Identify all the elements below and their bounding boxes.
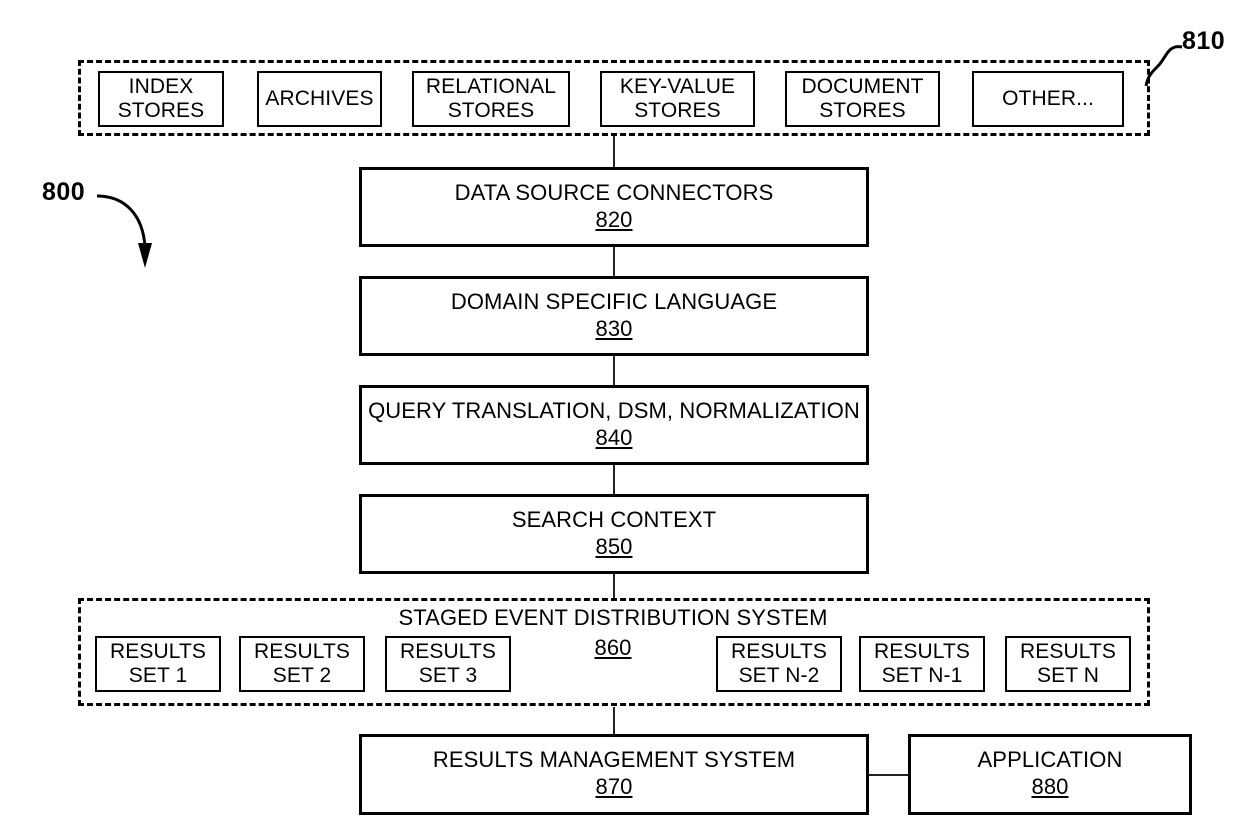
bottom-box-title: APPLICATION (977, 747, 1123, 773)
pipeline-box-query-translation[interactable]: QUERY TRANSLATION, DSM, NORMALIZATION 84… (359, 385, 869, 465)
results-set-n-1[interactable]: RESULTS SET N-1 (859, 636, 985, 692)
box-label-line1: DOCUMENT (801, 75, 924, 99)
data-source-index-stores[interactable]: INDEX STORES (98, 71, 224, 127)
results-set-label-line1: RESULTS (110, 640, 206, 664)
connector-850-to-860 (613, 572, 615, 600)
bottom-box-ref: 870 (595, 774, 633, 800)
box-label-line2: STORES (819, 99, 906, 122)
results-management-system-box[interactable]: RESULTS MANAGEMENT SYSTEM 870 (359, 734, 869, 815)
results-set-label-line2: SET N-1 (881, 664, 963, 687)
box-label-line2: STORES (117, 99, 205, 122)
connector-sources-to-820 (613, 136, 615, 168)
box-label-line1: INDEX (128, 75, 194, 99)
pipeline-ref: 820 (595, 206, 633, 232)
pipeline-ref: 840 (595, 424, 633, 450)
box-label-line1: RELATIONAL (425, 75, 557, 99)
results-set-label-line1: RESULTS (1020, 640, 1116, 664)
results-set-label-line2: SET N (1037, 664, 1099, 687)
results-set-label-line2: SET 3 (418, 664, 478, 687)
pipeline-title: SEARCH CONTEXT (511, 506, 717, 532)
box-label-line1: ARCHIVES (265, 87, 374, 111)
application-box[interactable]: APPLICATION 880 (908, 734, 1192, 815)
pipeline-box-search-context[interactable]: SEARCH CONTEXT 850 (359, 494, 869, 574)
results-set-1[interactable]: RESULTS SET 1 (95, 636, 221, 692)
box-label-line2: STORES (447, 99, 535, 122)
box-label-line2: STORES (634, 99, 721, 122)
box-label-line1: OTHER... (1002, 87, 1094, 111)
pipeline-ref: 850 (595, 533, 633, 559)
results-set-label-line2: SET 2 (272, 664, 332, 687)
connector-820-to-830 (613, 245, 615, 277)
bottom-box-title: RESULTS MANAGEMENT SYSTEM (432, 747, 796, 773)
pipeline-title: DATA SOURCE CONNECTORS (454, 179, 774, 205)
callout-800: 800 (42, 178, 86, 206)
results-set-label-line1: RESULTS (254, 640, 350, 664)
leader-line-800 (96, 194, 152, 268)
patent-figure-8: 800 810 INDEX STORES ARCHIVES RELATIONAL… (0, 0, 1240, 837)
staged-event-group-heading: STAGED EVENT DISTRIBUTION SYSTEM 860 (399, 605, 828, 661)
data-source-relational-stores[interactable]: RELATIONAL STORES (412, 71, 570, 127)
pipeline-title: QUERY TRANSLATION, DSM, NORMALIZATION (368, 397, 860, 423)
results-set-n[interactable]: RESULTS SET N (1005, 636, 1131, 692)
connector-840-to-850 (613, 463, 615, 495)
pipeline-ref: 830 (595, 315, 633, 341)
data-source-other[interactable]: OTHER... (972, 71, 1124, 127)
data-source-archives[interactable]: ARCHIVES (257, 71, 382, 127)
bottom-box-ref: 880 (1031, 774, 1069, 800)
results-set-2[interactable]: RESULTS SET 2 (239, 636, 365, 692)
results-set-label-line1: RESULTS (874, 640, 970, 664)
box-label-line1: KEY-VALUE (619, 75, 736, 99)
pipeline-box-data-source-connectors[interactable]: DATA SOURCE CONNECTORS 820 (359, 167, 869, 247)
connector-860-to-870 (613, 707, 615, 735)
connector-870-to-880 (866, 774, 910, 776)
pipeline-box-domain-specific-language[interactable]: DOMAIN SPECIFIC LANGUAGE 830 (359, 276, 869, 356)
data-source-key-value-stores[interactable]: KEY-VALUE STORES (600, 71, 755, 127)
staged-event-title: STAGED EVENT DISTRIBUTION SYSTEM (398, 605, 828, 630)
results-set-label-line2: SET N-2 (738, 664, 820, 687)
data-source-document-stores[interactable]: DOCUMENT STORES (785, 71, 940, 127)
connector-830-to-840 (613, 354, 615, 386)
callout-810: 810 (1182, 27, 1226, 55)
pipeline-title: DOMAIN SPECIFIC LANGUAGE (450, 288, 778, 314)
results-set-label-line2: SET 1 (128, 664, 188, 687)
staged-event-ref: 860 (594, 634, 632, 660)
